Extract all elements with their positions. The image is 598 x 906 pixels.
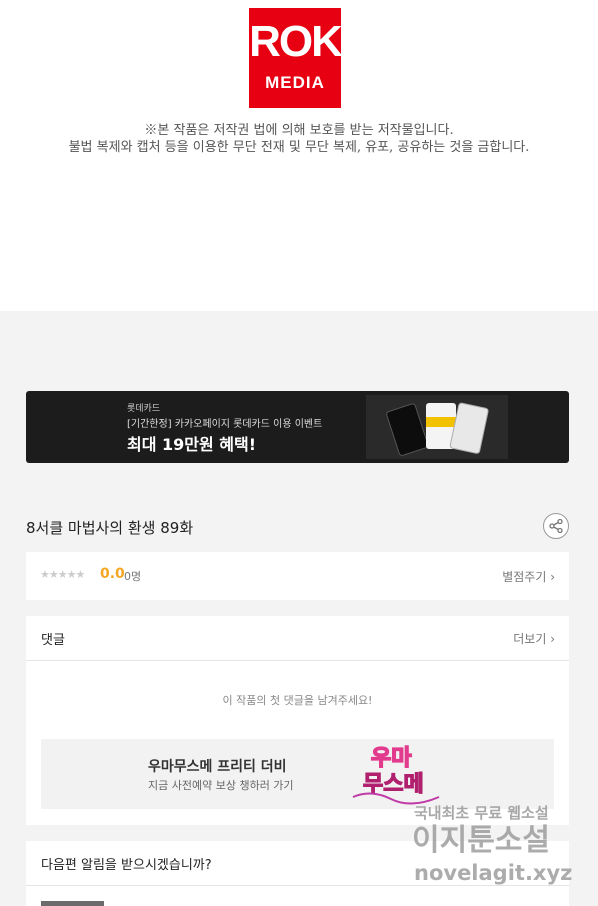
watermark-line-1: 국내최초 무료 웹소설 — [414, 804, 549, 822]
lotte-card-ad-banner[interactable]: 롯데카드 [기간한정] 카카오페이지 롯데카드 이용 이벤트 최대 19만원 혜… — [26, 391, 569, 463]
promo-art-text-1: 우마 — [371, 746, 412, 771]
copyright-notice: ※본 작품은 저작권 법에 의해 보호를 받는 저작물입니다. 불법 복제와 캡… — [0, 122, 598, 156]
next-episode-thumbnail[interactable] — [41, 901, 104, 906]
banner-headline: 최대 19만원 혜택! — [127, 435, 257, 454]
banner-brand: 롯데카드 — [127, 404, 161, 414]
logo-text-rok: ROK — [249, 17, 343, 66]
rate-button[interactable]: 별점주기 › — [502, 568, 555, 585]
share-icon — [549, 518, 563, 534]
rok-media-logo: ROK MEDIA — [249, 8, 343, 108]
comments-title: 댓글 — [41, 633, 65, 648]
viewer-end-area: ROK MEDIA ※본 작품은 저작권 법에 의해 보호를 받는 저작물입니다… — [0, 0, 598, 311]
comments-empty-message: 이 작품의 첫 댓글을 남겨주세요! — [222, 694, 373, 707]
copyright-line-1: ※본 작품은 저작권 법에 의해 보호를 받는 저작물입니다. — [144, 123, 454, 138]
episode-title-row: 8서클 마법사의 환생 89화 — [26, 512, 569, 542]
comments-more-button[interactable]: 더보기 › — [513, 630, 555, 647]
rating-score: 0.0 — [100, 566, 125, 582]
rating-box: ★★★★★ 0.0 0명 별점주기 › — [26, 552, 569, 600]
banner-subtitle: [기간한정] 카카오페이지 롯데카드 이용 이벤트 — [127, 419, 323, 430]
watermark-line-3: novelagit.xyz — [414, 861, 572, 885]
watermark-line-2: 이지툰소설 — [412, 823, 550, 858]
rating-stars: ★★★★★ — [40, 568, 85, 581]
episode-title: 8서클 마법사의 환생 89화 — [26, 519, 194, 537]
credit-cards-image — [366, 395, 508, 459]
copyright-line-2: 불법 복제와 캡처 등을 이용한 무단 전재 및 무단 복제, 유포, 공유하는… — [68, 140, 530, 155]
site-watermark: 국내최초 무료 웹소설 이지툰소설 novelagit.xyz — [410, 798, 585, 890]
promo-title: 우마무스메 프리티 더비 — [148, 759, 287, 775]
logo-text-media: MEDIA — [265, 73, 325, 92]
next-alert-title: 다음편 알림을 받으시겠습니까? — [41, 858, 212, 873]
comments-box: 댓글 더보기 › 이 작품의 첫 댓글을 남겨주세요! 우마무스메 프리티 더비… — [26, 616, 569, 825]
promo-subtitle: 지금 사전예약 보상 챙하러 가기 — [148, 779, 294, 792]
rating-count: 0명 — [124, 570, 142, 583]
share-button[interactable] — [543, 513, 569, 539]
comments-header: 댓글 더보기 › — [26, 616, 569, 661]
